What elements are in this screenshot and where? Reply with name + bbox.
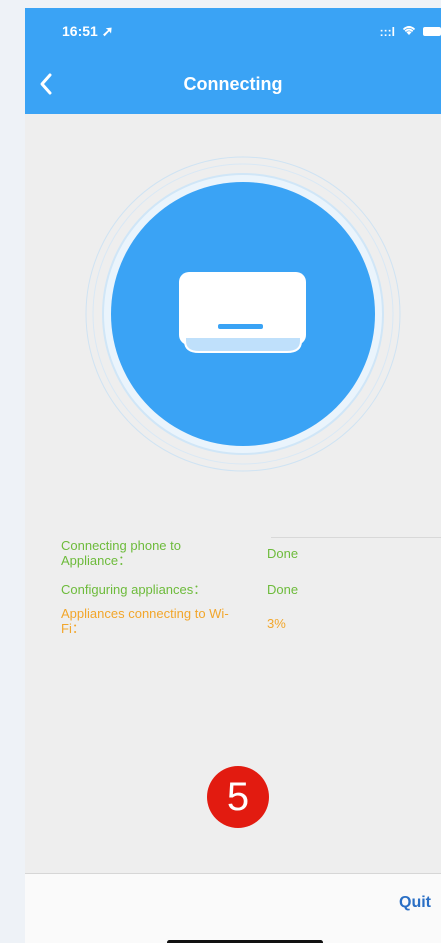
- status-bar: 16:51 ➚ :::l: [25, 8, 441, 56]
- location-arrow-icon: ➚: [101, 23, 114, 39]
- wifi-icon: [401, 24, 417, 39]
- phone-screen: 16:51 ➚ :::l Connecting Connecting phone…: [25, 8, 441, 943]
- quit-button[interactable]: Quit: [399, 894, 431, 912]
- air-conditioner-icon: [179, 272, 306, 353]
- nav-bar: Connecting: [25, 56, 441, 114]
- step-number-badge: 5: [207, 766, 269, 828]
- connection-animation: [25, 114, 441, 514]
- status-indicators: :::l: [380, 24, 441, 39]
- step-status: Done: [267, 582, 299, 597]
- page-title: Connecting: [183, 74, 283, 94]
- step-label: Appliances connecting to Wi-Fi：: [61, 606, 229, 636]
- status-time: 16:51 ➚: [62, 23, 114, 39]
- signal-icon: :::l: [379, 24, 395, 39]
- step-label: Configuring appliances：: [61, 582, 207, 597]
- step-status: 3%: [267, 616, 286, 631]
- step-status: Done: [267, 546, 299, 561]
- battery-icon: [423, 27, 441, 36]
- step-label: Connecting phone to Appliance：: [61, 538, 181, 568]
- steps-divider: [271, 537, 441, 538]
- bottom-bar: Quit: [25, 873, 441, 943]
